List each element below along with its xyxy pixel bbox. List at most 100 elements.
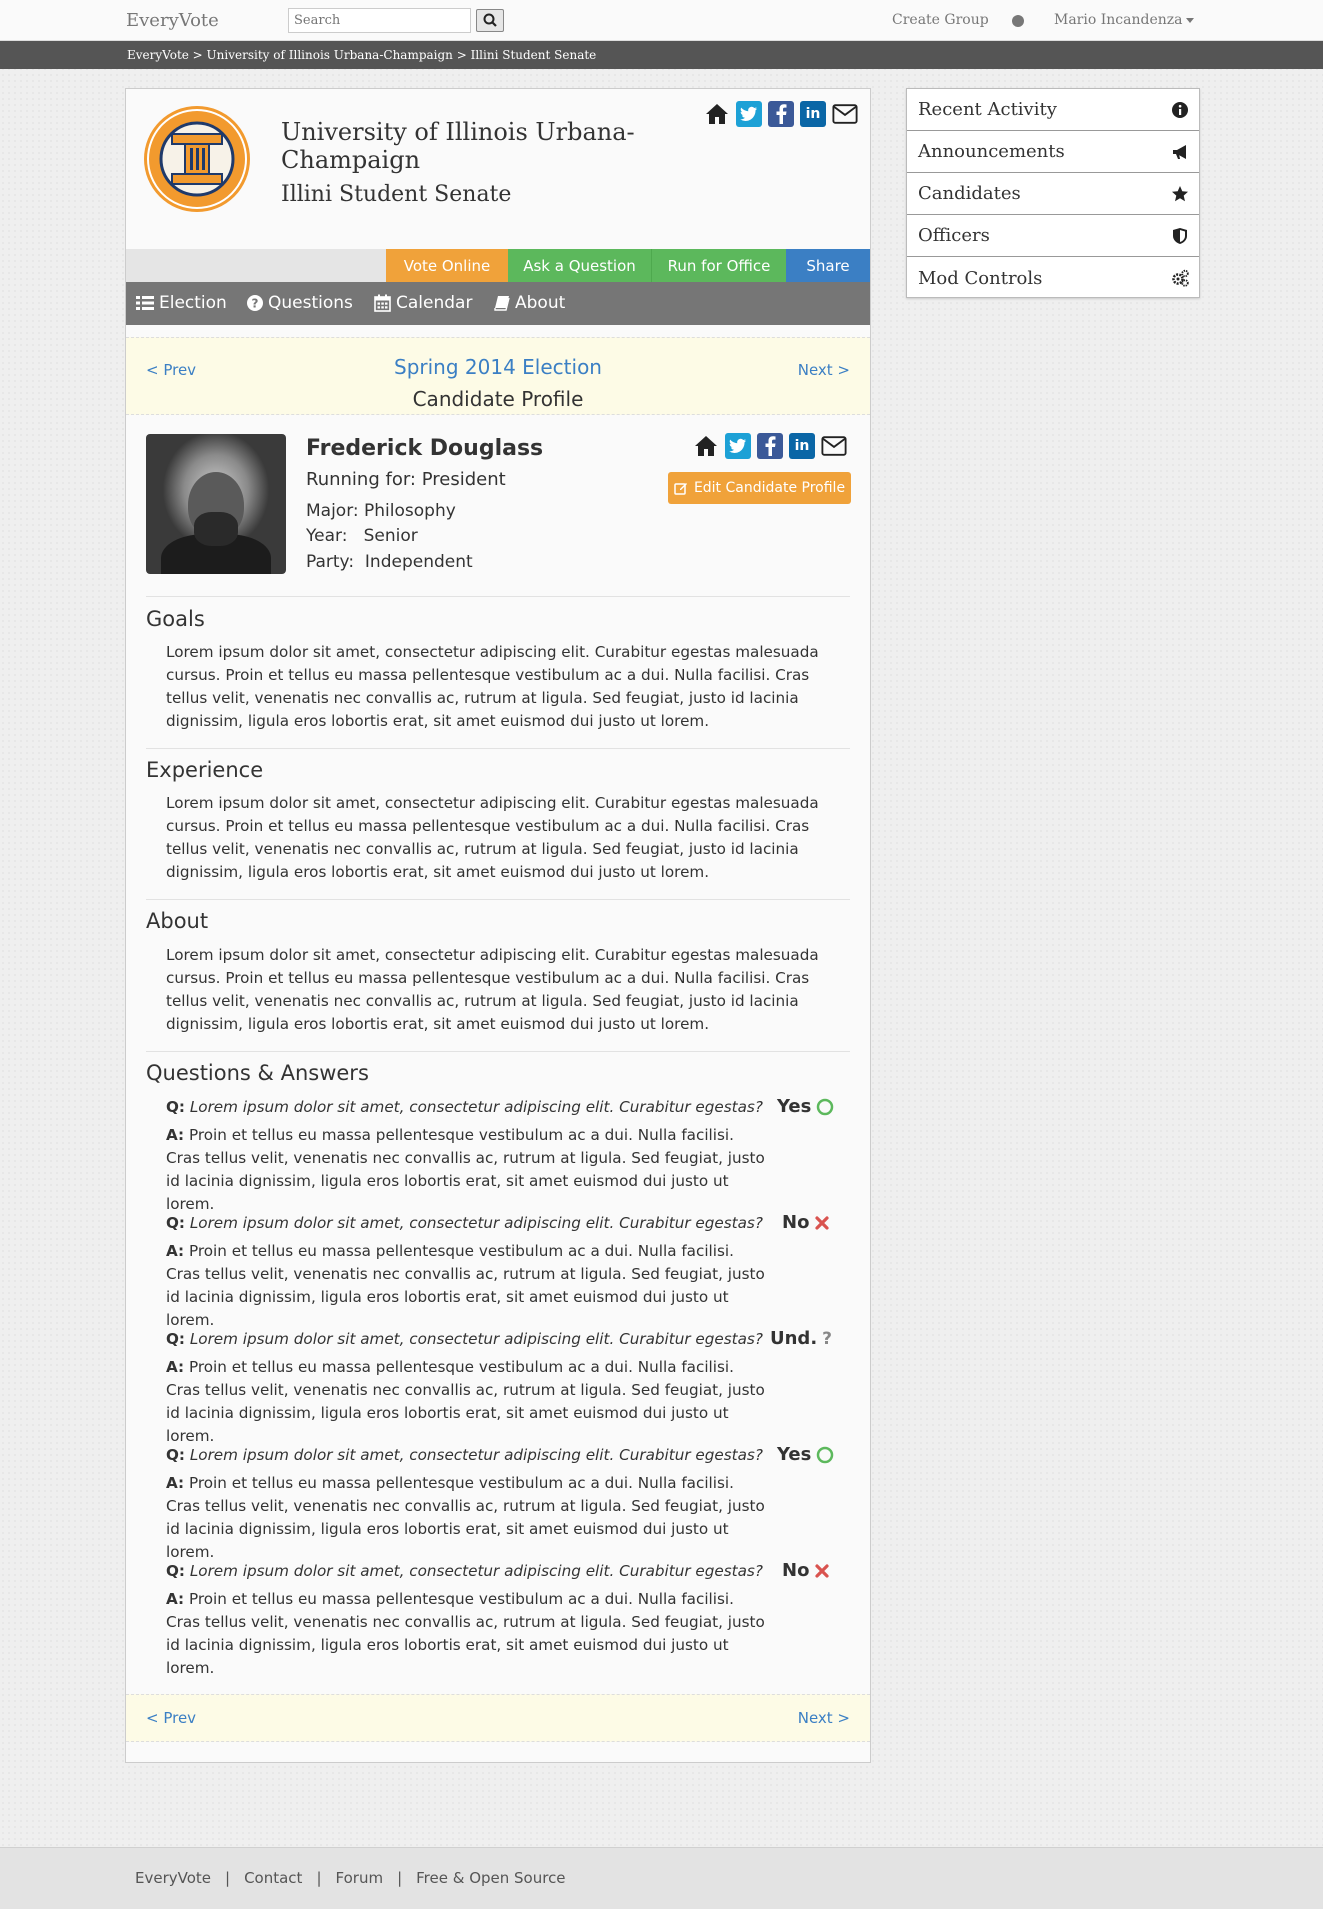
sidebar-item-label: Candidates (918, 183, 1021, 204)
tab-election-label: Election (159, 293, 227, 313)
create-group-link[interactable]: Create Group (892, 12, 989, 28)
x-icon (815, 1215, 830, 1230)
a-prefix: A: (166, 1474, 185, 1492)
qa-item: Q: Lorem ipsum dolor sit amet, consectet… (166, 1560, 766, 1680)
footer-separator: | (316, 1869, 322, 1887)
vote-online-button[interactable]: Vote Online (386, 249, 508, 282)
share-button[interactable]: Share (786, 249, 870, 282)
q-prefix: Q: (166, 1446, 185, 1464)
q-prefix: Q: (166, 1330, 185, 1348)
twitter-icon[interactable] (725, 433, 751, 459)
question-text: Lorem ipsum dolor sit amet, consectetur … (189, 1562, 763, 1580)
shield-icon (1173, 228, 1187, 244)
divider (146, 1051, 850, 1052)
goals-text: Lorem ipsum dolor sit amet, consectetur … (166, 643, 819, 730)
a-prefix: A: (166, 1126, 185, 1144)
answer-text: Proin et tellus eu massa pellentesque ve… (166, 1126, 765, 1213)
stance-label: Yes (777, 1444, 812, 1465)
footer-separator: | (397, 1869, 403, 1887)
stance-label: Und. (770, 1328, 818, 1349)
candidate-office: Running for: President (306, 469, 506, 490)
tab-calendar[interactable]: Calendar (374, 293, 472, 313)
question-icon: ? (822, 1328, 833, 1349)
facebook-icon[interactable] (768, 101, 794, 127)
sidebar-item-label: Announcements (918, 141, 1065, 162)
main-panel: University of Illinois Urbana-Champaign … (125, 88, 871, 1763)
linkedin-icon[interactable]: in (800, 101, 826, 127)
about-text: Lorem ipsum dolor sit amet, consectetur … (166, 946, 819, 1033)
candidate-party: Party: Independent (306, 552, 473, 572)
top-pager: < Prev Spring 2014 Election Candidate Pr… (126, 337, 870, 415)
list-icon (136, 296, 154, 310)
user-name: Mario Incandenza (1054, 12, 1183, 28)
envelope-icon[interactable] (821, 433, 847, 459)
tab-questions[interactable]: ? Questions (247, 293, 353, 313)
sidebar-menu: Recent Activity Announcements Candidates… (906, 88, 1200, 298)
next-link[interactable]: Next > (798, 361, 850, 379)
search-input[interactable] (288, 8, 471, 33)
page-title: Candidate Profile (412, 387, 584, 411)
circle-icon (817, 1446, 834, 1463)
sidebar-item-mod-controls[interactable]: Mod Controls (907, 257, 1199, 299)
sidebar-item-label: Officers (918, 225, 990, 246)
footer-link-contact[interactable]: Contact (244, 1869, 302, 1887)
experience-text: Lorem ipsum dolor sit amet, consectetur … (166, 794, 819, 881)
footer-separator: | (225, 1869, 231, 1887)
answer-text: Proin et tellus eu massa pellentesque ve… (166, 1242, 765, 1329)
prev-link[interactable]: < Prev (146, 1709, 196, 1727)
home-icon[interactable] (693, 433, 719, 459)
search-button[interactable] (476, 9, 504, 32)
svg-text:?: ? (252, 297, 259, 311)
question-circle-icon: ? (247, 295, 263, 311)
brand-logo[interactable]: EveryVote (126, 10, 219, 31)
facebook-icon[interactable] (757, 433, 783, 459)
candidate-year: Year: Senior (306, 526, 418, 546)
edit-candidate-profile-button[interactable]: Edit Candidate Profile (668, 472, 851, 504)
envelope-icon[interactable] (832, 101, 858, 127)
sidebar-item-candidates[interactable]: Candidates (907, 173, 1199, 215)
group-logo (144, 106, 250, 212)
candidate-name: Frederick Douglass (306, 436, 544, 461)
sidebar-item-recent-activity[interactable]: Recent Activity (907, 89, 1199, 131)
run-for-office-button[interactable]: Run for Office (651, 249, 786, 282)
stance-label: No (782, 1560, 810, 1581)
sidebar-item-label: Mod Controls (918, 267, 1043, 289)
sidebar-item-announcements[interactable]: Announcements (907, 131, 1199, 173)
election-title-link[interactable]: Spring 2014 Election (126, 355, 870, 379)
footer-link-everyvote[interactable]: EveryVote (135, 1869, 211, 1887)
book-icon (494, 296, 510, 311)
gears-icon (1172, 269, 1189, 287)
footer-links: EveryVote | Contact | Forum | Free & Ope… (135, 1869, 566, 1887)
next-link[interactable]: Next > (798, 1709, 850, 1727)
breadcrumb[interactable]: EveryVote > University of Illinois Urban… (127, 48, 596, 62)
qa-item: Q: Lorem ipsum dolor sit amet, consectet… (166, 1212, 766, 1332)
stance-label: Yes (777, 1096, 812, 1117)
a-prefix: A: (166, 1590, 185, 1608)
sidebar-item-officers[interactable]: Officers (907, 215, 1199, 257)
stance-badge: No (782, 1560, 830, 1581)
answer-text: Proin et tellus eu massa pellentesque ve… (166, 1358, 765, 1445)
question-text: Lorem ipsum dolor sit amet, consectetur … (189, 1446, 763, 1464)
tab-about[interactable]: About (494, 293, 565, 313)
divider (146, 899, 850, 900)
circle-icon (817, 1098, 834, 1115)
group-name: University of Illinois Urbana-Champaign (281, 118, 635, 174)
ask-question-button[interactable]: Ask a Question (508, 249, 651, 282)
stance-badge: No (782, 1212, 830, 1233)
tab-election[interactable]: Election (136, 293, 227, 313)
twitter-icon[interactable] (736, 101, 762, 127)
footer-link-open-source[interactable]: Free & Open Source (416, 1869, 565, 1887)
info-icon (1172, 102, 1188, 118)
home-icon[interactable] (704, 101, 730, 127)
caret-down-icon (1186, 17, 1195, 23)
user-menu[interactable]: Mario Incandenza (1054, 12, 1195, 28)
tab-questions-label: Questions (268, 293, 353, 313)
question-text: Lorem ipsum dolor sit amet, consectetur … (189, 1330, 763, 1348)
tab-about-label: About (515, 293, 566, 313)
linkedin-icon[interactable]: in (789, 433, 815, 459)
edit-icon (674, 483, 687, 495)
stance-badge: Und. ? (770, 1328, 832, 1349)
bottom-pager: < Prev Next > (126, 1694, 870, 1742)
footer-link-forum[interactable]: Forum (336, 1869, 384, 1887)
search-icon (483, 13, 497, 27)
